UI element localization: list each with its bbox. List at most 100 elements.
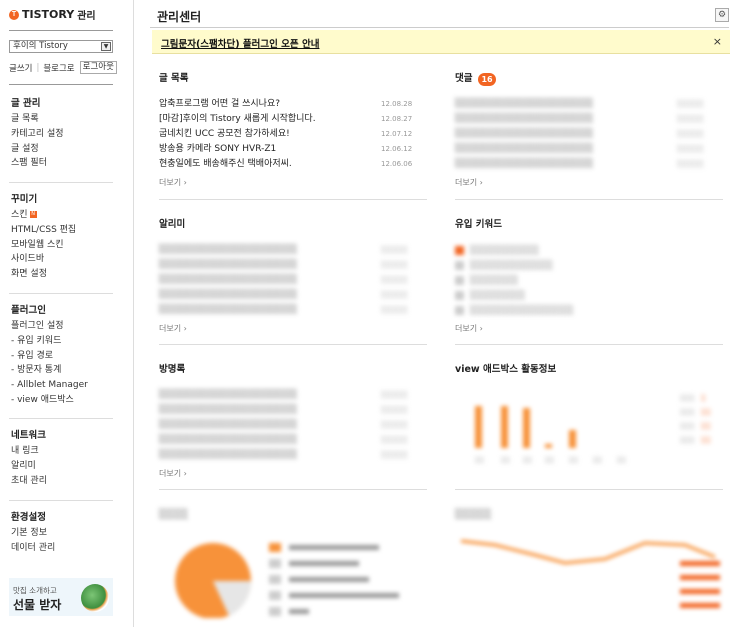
- sidebar-item-allblet-manager[interactable]: - Allblet Manager: [11, 378, 88, 393]
- sidebar-item-inflow-paths[interactable]: - 유입 경로: [11, 349, 88, 364]
- sidebar-item-post-settings[interactable]: 글 설정: [11, 142, 64, 157]
- panel-title: 댓글 16: [455, 71, 723, 87]
- post-title[interactable]: [마감]후이의 Tistory 새롭게 시작합니다.: [159, 112, 316, 127]
- post-title[interactable]: 압축프로그램 어떤 걸 쓰시나요?: [159, 97, 280, 112]
- panel-divider: [455, 199, 723, 200]
- notice-link[interactable]: 그림문자(스팸차단) 플러그인 오픈 안내: [161, 36, 319, 50]
- stat-label: [680, 589, 720, 594]
- sidebar-divider: [9, 182, 113, 183]
- list-item[interactable]: ░░░░░░░░░░: [455, 243, 723, 258]
- sidebar-item-skin[interactable]: 스킨 N: [11, 208, 76, 223]
- sidebar-item-view-adbox[interactable]: - view 애드박스: [11, 393, 88, 408]
- sidebar-item-visitor-stats[interactable]: - 방문자 통계: [11, 363, 88, 378]
- sidebar-item-post-list[interactable]: 글 목록: [11, 112, 64, 127]
- sidebar-group-title: 네트워크: [11, 430, 46, 441]
- sidebar-divider: [9, 418, 113, 419]
- blog-select[interactable]: 후이의 Tistory ▼: [9, 40, 113, 53]
- post-date: 12.08.27: [381, 115, 413, 123]
- more-link[interactable]: 더보기 ›: [159, 323, 427, 334]
- post-list: 압축프로그램 어떤 걸 쓰시나요? 12.08.28 [마감]후이의 Tistor…: [159, 97, 427, 172]
- list-item[interactable]: ░░░░░░░░░░░░░░░░░░░░ ░░░░░: [159, 273, 427, 288]
- chart-tick: ░░: [569, 457, 579, 464]
- sidebar-group-title: 글 관리: [11, 98, 41, 109]
- panel-title: ░░░░: [159, 509, 189, 520]
- post-title[interactable]: 굽네치킨 UCC 공모전 참가하세요!: [159, 127, 290, 142]
- logout-button[interactable]: 로그아웃: [79, 61, 117, 74]
- post-title[interactable]: 방송용 카메라 SONY HVR-Z1: [159, 142, 276, 157]
- legend-label: [289, 561, 359, 566]
- list-item[interactable]: 굽네치킨 UCC 공모전 참가하세요! 12.07.12: [159, 127, 427, 142]
- sidebar-item-inflow-keywords[interactable]: - 유입 키워드: [11, 334, 88, 349]
- sidebar-item-plugin-settings[interactable]: 플러그인 설정: [11, 319, 88, 334]
- list-item[interactable]: ░░░░░░░░░░░░░░░░░░░░ ░░░░░: [159, 303, 427, 318]
- stat-label: [680, 603, 720, 608]
- comments-title: 댓글: [455, 73, 473, 84]
- legend-label: [289, 593, 399, 598]
- panel-title: 유입 키워드: [455, 219, 503, 230]
- legend-label: [289, 609, 309, 614]
- sidebar-item-screen-settings[interactable]: 화면 설정: [11, 267, 76, 282]
- post-title[interactable]: 현충일에도 배송해주신 택배아저씨.: [159, 157, 292, 172]
- chart-tick: ░░: [545, 457, 555, 464]
- stat-label: [680, 575, 720, 580]
- list-item[interactable]: [마감]후이의 Tistory 새롭게 시작합니다. 12.08.27: [159, 112, 427, 127]
- list-item[interactable]: ░░░░░░░░░░░░: [455, 258, 723, 273]
- list-item[interactable]: ░░░░░░░░░░░░░░░░░░░░ ░░░░░: [159, 258, 427, 273]
- panel-title: 글 목록: [159, 73, 189, 84]
- list-item[interactable]: ░░░░░░░░░░░░░░░░░░░░ ░░░░░: [159, 418, 427, 433]
- list-item[interactable]: ░░░░░░░░░░░░░░░░░░░░ ░░░░░: [455, 112, 723, 127]
- notifications-panel: 알리미 ░░░░░░░░░░░░░░░░░░░░ ░░░░░ ░░░░░░░░░░…: [159, 217, 427, 334]
- list-item[interactable]: ░░░░░░░░░░░░░░░░░░░░ ░░░░░: [455, 142, 723, 157]
- sidebar-divider: [9, 500, 113, 501]
- list-item[interactable]: ░░░░░░░░░░░░░░░░░░░░ ░░░░░: [455, 127, 723, 142]
- write-link[interactable]: 글쓰기: [9, 62, 32, 74]
- sidebar-item-basic-info[interactable]: 기본 정보: [11, 526, 55, 541]
- more-link[interactable]: 더보기 ›: [159, 177, 427, 188]
- gear-icon[interactable]: ⚙: [715, 8, 729, 22]
- page-title: 관리센터: [157, 10, 202, 24]
- post-date: 12.07.12: [381, 130, 413, 138]
- sidebar-item-html-css[interactable]: HTML/CSS 편집: [11, 223, 76, 238]
- list-item[interactable]: ░░░░░░░░░░░░░░░: [455, 303, 723, 318]
- adbox-panel: view 애드박스 활동정보 ░░ ░░ ░░ ░░ ░░ ░░ ░░ ░░░ …: [455, 362, 723, 466]
- list-item[interactable]: ░░░░░░░░░░░░░░░░░░░░ ░░░░░: [159, 388, 427, 403]
- sidebar-item-spam-filter[interactable]: 스팸 필터: [11, 156, 64, 171]
- list-item[interactable]: 압축프로그램 어떤 걸 쓰시나요? 12.08.28: [159, 97, 427, 112]
- more-link[interactable]: 더보기 ›: [159, 468, 427, 479]
- close-icon[interactable]: ×: [713, 35, 722, 48]
- sidebar-item-category[interactable]: 카테고리 설정: [11, 127, 64, 142]
- sidebar-item-label: 스킨: [11, 210, 28, 220]
- list-item[interactable]: ░░░░░░░░░░░░░░░░░░░░ ░░░░░: [455, 97, 723, 112]
- sidebar-group-network: 네트워크 내 링크 알리미 초대 관리: [11, 428, 47, 488]
- list-item[interactable]: ░░░░░░░░░░░░░░░░░░░░ ░░░░░: [159, 448, 427, 463]
- list-item[interactable]: ░░░░░░░░░░░░░░░░░░░░ ░░░░░: [159, 243, 427, 258]
- blog-link[interactable]: 블로그로: [43, 62, 74, 74]
- list-item[interactable]: ░░░░░░░░░░░░░░░░░░░░ ░░░░░: [159, 433, 427, 448]
- list-item[interactable]: ░░░░░░░░: [455, 288, 723, 303]
- chart-tick: ░░: [475, 457, 485, 464]
- tistory-logo[interactable]: T TISTORY 관리: [9, 7, 96, 22]
- visitor-stats-panel: ░░░░░: [455, 507, 723, 617]
- promo-banner[interactable]: 맛집 소개하고 선물 받자: [9, 578, 113, 616]
- list-item[interactable]: 현충일에도 배송해주신 택배아저씨. 12.06.06: [159, 157, 427, 172]
- chevron-down-icon[interactable]: ▼: [101, 42, 111, 51]
- list-item[interactable]: 방송용 카메라 SONY HVR-Z1 12.06.12: [159, 142, 427, 157]
- sidebar: T TISTORY 관리 후이의 Tistory ▼ 글쓰기 | 블로그로 로그…: [0, 0, 134, 627]
- panel-divider: [455, 344, 723, 345]
- sidebar-item-data-management[interactable]: 데이터 관리: [11, 541, 55, 556]
- sidebar-item-sidebar[interactable]: 사이드바: [11, 252, 76, 267]
- sidebar-item-notifier[interactable]: 알리미: [11, 459, 47, 474]
- sidebar-item-mobile-skin[interactable]: 모바일웹 스킨: [11, 238, 76, 253]
- sidebar-item-my-links[interactable]: 내 링크: [11, 444, 47, 459]
- guestbook-list: ░░░░░░░░░░░░░░░░░░░░ ░░░░░ ░░░░░░░░░░░░░░…: [159, 388, 427, 463]
- more-link[interactable]: 더보기 ›: [455, 177, 723, 188]
- sidebar-item-invites[interactable]: 초대 관리: [11, 474, 47, 489]
- list-item[interactable]: ░░░░░░░: [455, 273, 723, 288]
- list-item[interactable]: ░░░░░░░░░░░░░░░░░░░░ ░░░░░: [159, 288, 427, 303]
- adbox-legend: ░░░ ░ ░░░ ░░ ░░░ ░░ ░░░ ░░: [679, 394, 711, 444]
- more-link[interactable]: 더보기 ›: [455, 323, 723, 334]
- sidebar-divider: [9, 30, 113, 31]
- list-item[interactable]: ░░░░░░░░░░░░░░░░░░░░ ░░░░░: [159, 403, 427, 418]
- list-item[interactable]: ░░░░░░░░░░░░░░░░░░░░ ░░░░░: [455, 157, 723, 172]
- panel-title: ░░░░░: [455, 509, 492, 520]
